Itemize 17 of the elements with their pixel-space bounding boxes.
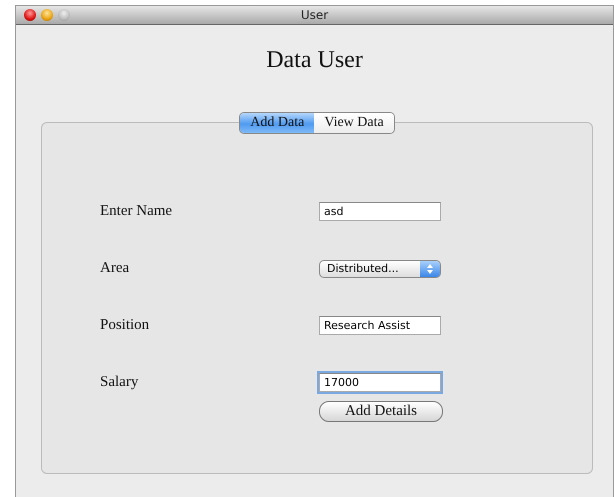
field-label: Position	[99, 317, 150, 334]
field-label: Enter Name	[99, 203, 174, 220]
popup-button[interactable]: Distributed...	[319, 260, 441, 278]
window-title: User	[300, 8, 328, 22]
tab[interactable]: View Data	[314, 113, 394, 133]
minimize-button[interactable]	[41, 9, 53, 21]
close-button[interactable]	[24, 9, 36, 21]
text-field[interactable]: asd	[319, 202, 441, 221]
tab[interactable]: Add Data	[240, 113, 314, 133]
field-label: Salary	[99, 374, 140, 391]
stepper-arrows-icon	[427, 264, 433, 274]
add-details-button[interactable]: Add Details	[319, 401, 443, 422]
text-field[interactable]: 17000	[319, 373, 441, 392]
field-label: Area	[99, 260, 130, 277]
text-field[interactable]: Research Assist	[319, 316, 441, 335]
zoom-button[interactable]	[58, 9, 70, 21]
page-heading: Data User	[266, 47, 363, 74]
